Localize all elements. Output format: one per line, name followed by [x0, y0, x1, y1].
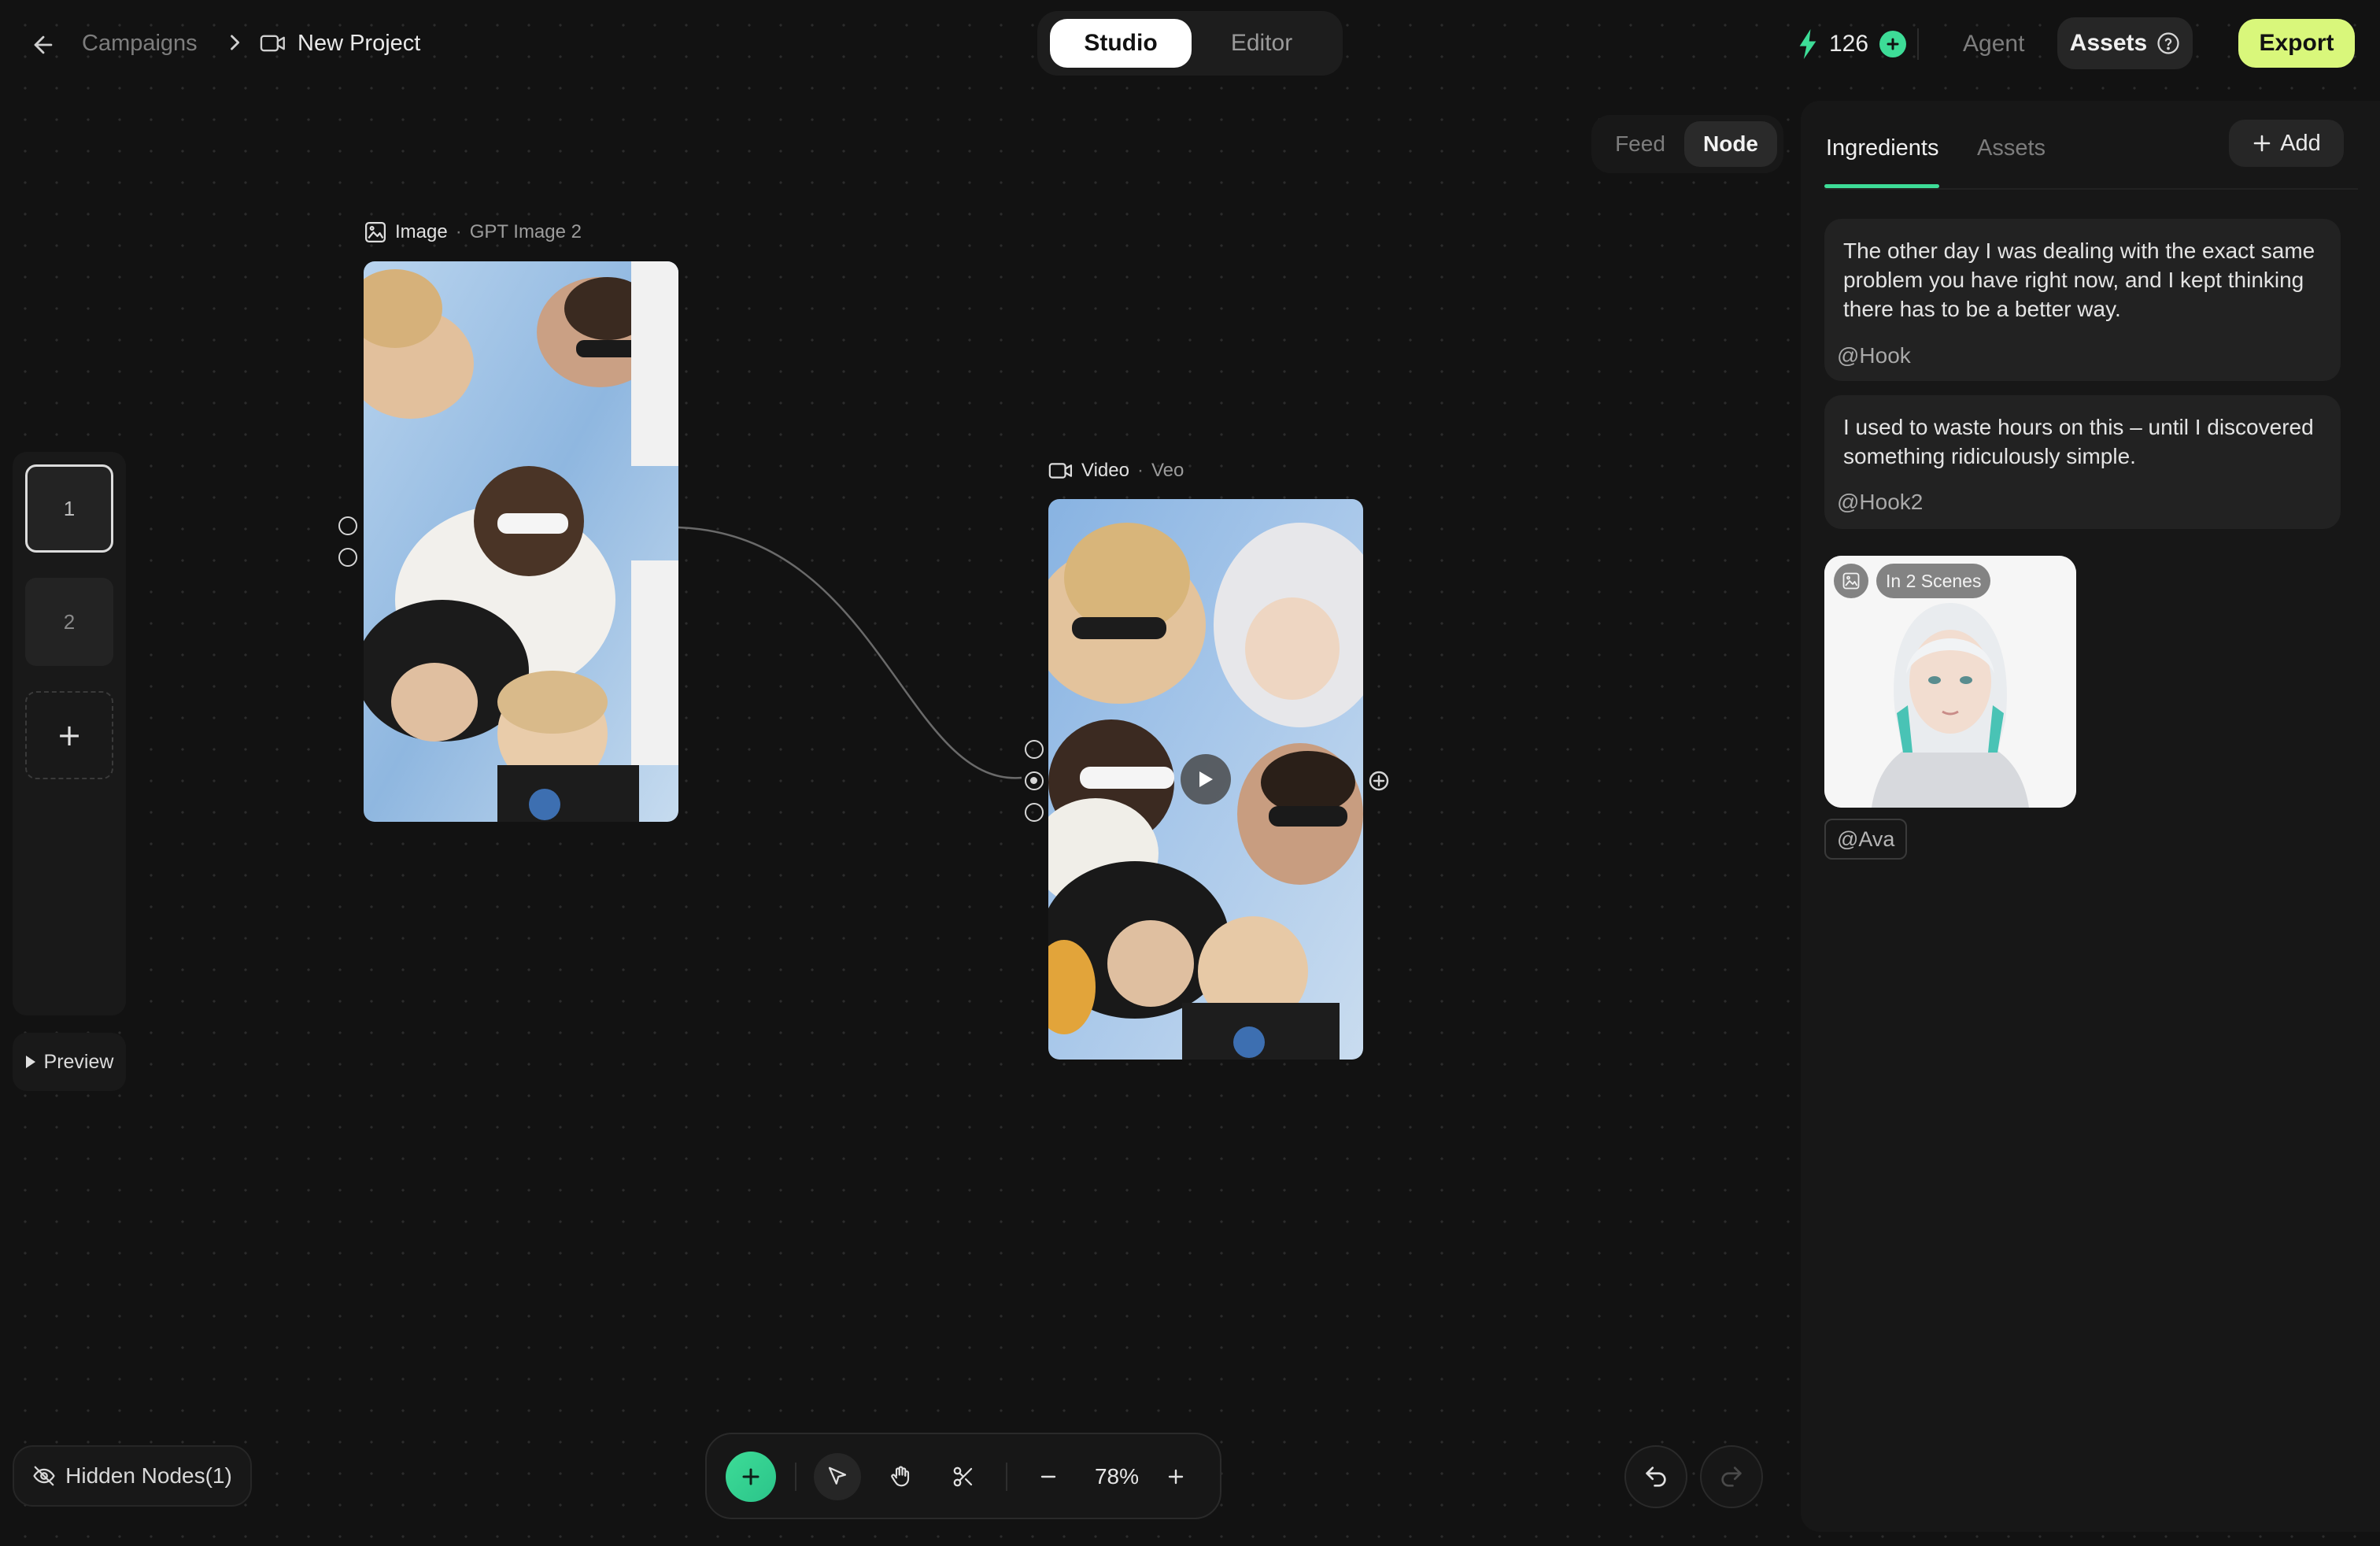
image-node-label: Image · GPT Image 2: [364, 220, 582, 244]
redo-button[interactable]: [1700, 1445, 1763, 1508]
ingredient-tag: @Hook2: [1837, 490, 1924, 514]
divider: [795, 1463, 796, 1491]
scissors-icon: [953, 1466, 973, 1487]
redo-icon: [1721, 1466, 1742, 1487]
ingredient-text: I used to waste hours on this – until I …: [1843, 415, 2314, 468]
image-node-input-port[interactable]: [338, 548, 357, 567]
minus-icon: [1040, 1475, 1056, 1478]
separator-dot: ·: [1136, 460, 1144, 481]
video-node-type: Video: [1081, 460, 1129, 481]
plus-icon: [742, 1468, 759, 1485]
undo-button[interactable]: [1624, 1445, 1687, 1508]
tab-ingredients[interactable]: Ingredients: [1826, 132, 1939, 164]
character-card[interactable]: In 2 Scenes: [1824, 556, 2076, 808]
image-node-type: Image: [395, 221, 448, 242]
add-port-icon[interactable]: [1368, 770, 1390, 792]
play-button[interactable]: [1181, 754, 1231, 804]
video-camera-icon: [1048, 463, 1073, 479]
video-node-input-port[interactable]: [1025, 803, 1044, 822]
image-node-thumbnail[interactable]: [364, 261, 678, 822]
image-node-model: GPT Image 2: [469, 221, 582, 242]
cut-tool-button[interactable]: [940, 1453, 987, 1500]
video-node-label: Video · Veo: [1048, 460, 1184, 482]
eye-off-icon: [33, 1466, 55, 1486]
undo-icon: [1646, 1466, 1666, 1487]
zoom-in-button[interactable]: [1152, 1453, 1199, 1500]
video-node-model: Veo: [1151, 460, 1184, 481]
add-ingredient-button[interactable]: Add: [2229, 120, 2344, 167]
ingredient-card[interactable]: I used to waste hours on this – until I …: [1824, 395, 2341, 529]
hidden-nodes-label: Hidden Nodes(1): [65, 1463, 232, 1488]
hand-icon: [891, 1466, 910, 1487]
divider: [1824, 188, 2358, 190]
zoom-out-button[interactable]: [1025, 1453, 1072, 1500]
select-tool-button[interactable]: [814, 1453, 861, 1500]
pan-tool-button[interactable]: [877, 1453, 924, 1500]
ingredients-panel: Ingredients Assets Add The other day I w…: [1801, 101, 2380, 1532]
ingredient-tag: @Hook: [1837, 343, 1911, 368]
image-icon: [1834, 564, 1868, 598]
separator-dot: ·: [455, 221, 462, 242]
tab-assets[interactable]: Assets: [1977, 132, 2046, 164]
image-icon: [365, 222, 386, 242]
zoom-level: 78%: [1094, 1464, 1140, 1489]
divider: [1006, 1463, 1007, 1491]
plus-icon: [2253, 135, 2271, 152]
video-node-input-port[interactable]: [1025, 740, 1044, 759]
add-node-button[interactable]: [726, 1452, 776, 1502]
image-node-input-port[interactable]: [338, 516, 357, 535]
character-tag[interactable]: @Ava: [1824, 819, 1908, 860]
ingredient-text: The other day I was dealing with the exa…: [1843, 239, 2315, 321]
add-label: Add: [2280, 130, 2321, 156]
cursor-icon: [828, 1466, 847, 1485]
hidden-nodes-button[interactable]: Hidden Nodes(1): [13, 1445, 252, 1507]
ingredient-card[interactable]: The other day I was dealing with the exa…: [1824, 219, 2341, 381]
play-icon: [1199, 771, 1213, 787]
video-node-input-port-connected[interactable]: [1025, 771, 1044, 790]
plus-icon: [1168, 1469, 1184, 1485]
scene-count-badge: In 2 Scenes: [1876, 564, 1991, 598]
canvas-toolbar: 78%: [705, 1433, 1221, 1519]
